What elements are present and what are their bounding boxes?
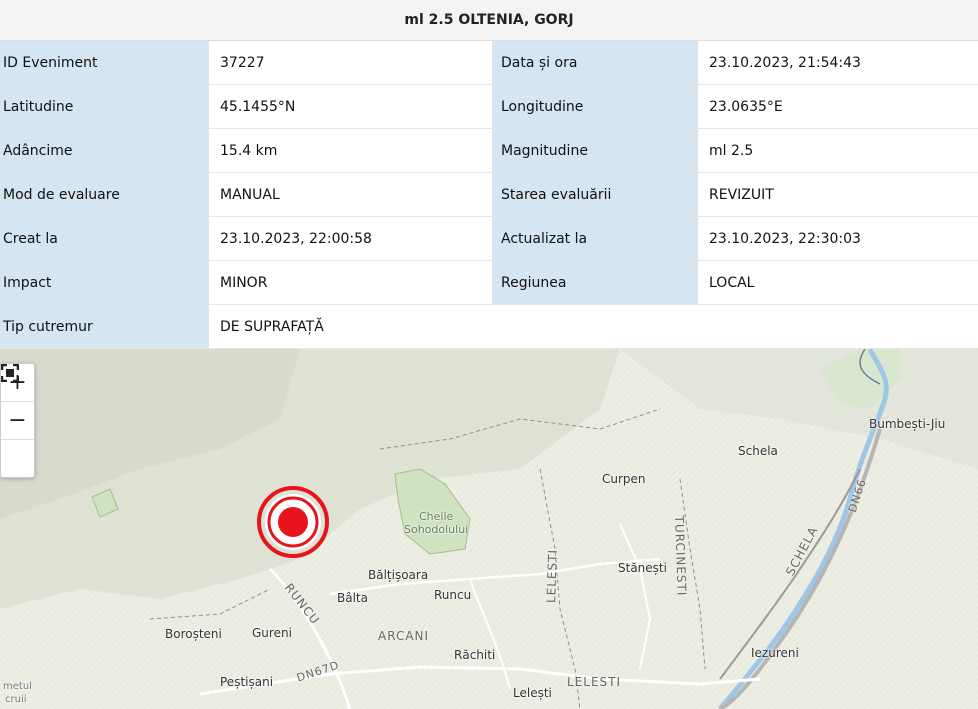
place-label: Iezureni	[751, 646, 799, 660]
field-label: Impact	[0, 260, 209, 305]
field-label: Tip cutremur	[0, 304, 209, 349]
field-label: Mod de evaluare	[0, 172, 209, 217]
field-value: DE SUPRAFAȚĂ	[209, 304, 978, 349]
field-value: 37227	[209, 41, 492, 85]
road-label: LELESTI	[567, 675, 622, 689]
field-value: 23.10.2023, 22:00:58	[209, 216, 492, 261]
table-row: Mod de evaluare MANUAL Starea evaluării REV…	[0, 172, 978, 217]
event-details-table: ID Eveniment 37227 Data și ora 23.10.2023, …	[0, 41, 978, 349]
epicenter-marker[interactable]	[256, 485, 330, 559]
table-row: Creat la 23.10.2023, 22:00:58 Actualizat l…	[0, 216, 978, 261]
table-row: Impact MINOR Regiunea LOCAL	[0, 260, 978, 305]
field-label: Magnitudine	[492, 128, 698, 173]
event-map[interactable]: + − Bumbești-Jiu Schela Curpen Cheile So…	[0, 349, 978, 709]
field-label: Adâncime	[0, 128, 209, 173]
place-label: Runcu	[434, 588, 472, 602]
place-label: Curpen	[602, 472, 646, 486]
field-label: ID Eveniment	[0, 41, 209, 85]
place-label: metul	[3, 681, 32, 692]
place-label: Boroșteni	[165, 627, 222, 641]
table-row: ID Eveniment 37227 Data și ora 23.10.2023, …	[0, 41, 978, 85]
place-label: cruii	[5, 694, 27, 705]
field-label: Latitudine	[0, 84, 209, 129]
place-label: Cheile	[419, 510, 454, 523]
zoom-out-button[interactable]: −	[1, 402, 34, 440]
field-value: LOCAL	[698, 260, 978, 305]
field-label: Creat la	[0, 216, 209, 261]
field-label: Data și ora	[492, 41, 698, 85]
field-label: Longitudine	[492, 84, 698, 129]
place-label: Bâlta	[337, 591, 368, 605]
field-label: Actualizat la	[492, 216, 698, 261]
place-label: Răchiti	[454, 648, 496, 662]
field-value: REVIZUIT	[698, 172, 978, 217]
place-label: Gureni	[252, 626, 292, 640]
field-value: MINOR	[209, 260, 492, 305]
place-label: Sohodolului	[404, 523, 469, 536]
field-value: 23.0635°E	[698, 84, 978, 129]
place-label: Bălțișoara	[368, 568, 429, 582]
field-value: 15.4 km	[209, 128, 492, 173]
map-zoom-controls: + −	[0, 363, 35, 478]
table-row: Adâncime 15.4 km Magnitudine ml 2.5	[0, 128, 978, 173]
field-value: 45.1455°N	[209, 84, 492, 129]
field-label: Regiunea	[492, 260, 698, 305]
field-value: 23.10.2023, 21:54:43	[698, 41, 978, 85]
road-label: TURCINESTI	[672, 515, 689, 597]
place-label: Bumbești-Jiu	[869, 417, 946, 431]
place-label: Peștișani	[220, 675, 274, 689]
road-label: ARCANI	[378, 629, 430, 643]
road-label: LELESTI	[544, 548, 560, 604]
field-label: Starea evaluării	[492, 172, 698, 217]
field-value: MANUAL	[209, 172, 492, 217]
place-label: Schela	[738, 444, 778, 458]
field-value: 23.10.2023, 22:30:03	[698, 216, 978, 261]
place-label: Lelești	[513, 686, 552, 700]
fullscreen-icon[interactable]	[1, 364, 34, 477]
field-value: ml 2.5	[698, 128, 978, 173]
table-row: Tip cutremur DE SUPRAFAȚĂ	[0, 304, 978, 349]
place-label: Stănești	[618, 561, 667, 575]
table-row: Latitudine 45.1455°N Longitudine 23.0635°E	[0, 84, 978, 129]
event-title: ml 2.5 OLTENIA, GORJ	[0, 0, 978, 41]
